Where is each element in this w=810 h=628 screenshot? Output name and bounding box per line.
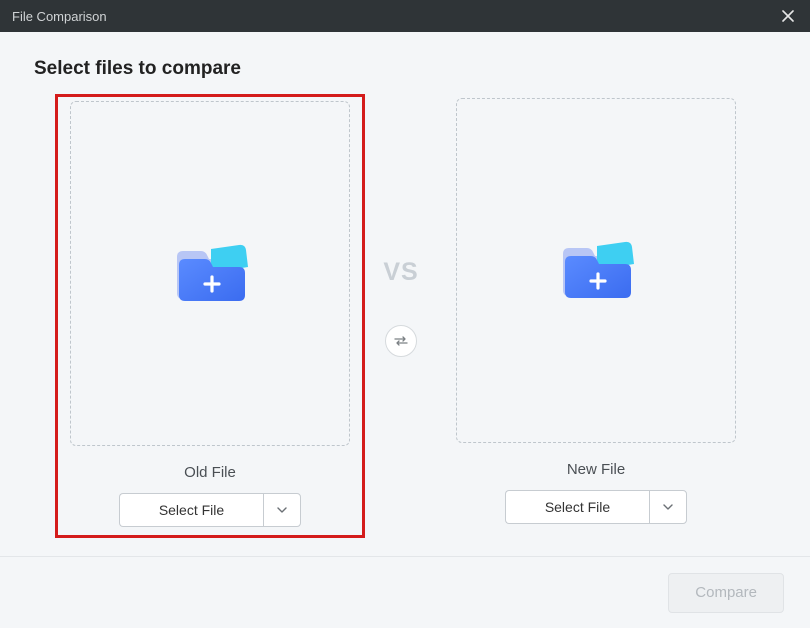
- old-file-panel: Old File Select File: [55, 94, 365, 538]
- window-title: File Comparison: [12, 9, 107, 24]
- titlebar: File Comparison: [0, 0, 810, 32]
- new-file-panel: New File Select File: [441, 98, 751, 524]
- swap-icon: [393, 335, 409, 347]
- old-file-select-row: Select File: [119, 493, 301, 527]
- swap-button[interactable]: [385, 325, 417, 357]
- folder-add-icon: [557, 240, 635, 302]
- chevron-down-icon: [277, 507, 287, 513]
- new-file-select-row: Select File: [505, 490, 687, 524]
- content-area: Select files to compare Old File Select …: [0, 32, 810, 530]
- chevron-down-icon: [663, 504, 673, 510]
- new-file-select-button[interactable]: Select File: [505, 490, 649, 524]
- compare-button[interactable]: Compare: [668, 573, 784, 613]
- new-file-select-dropdown[interactable]: [649, 490, 687, 524]
- vs-label: VS: [383, 258, 418, 287]
- footer-bar: Compare: [0, 556, 810, 628]
- old-file-label: Old File: [184, 464, 236, 481]
- middle-column: VS: [361, 98, 441, 357]
- new-file-dropzone[interactable]: [456, 98, 736, 443]
- close-button[interactable]: [778, 6, 798, 26]
- compare-row: Old File Select File VS: [34, 98, 776, 530]
- close-icon: [782, 10, 794, 22]
- page-heading: Select files to compare: [34, 58, 776, 80]
- old-file-select-dropdown[interactable]: [263, 493, 301, 527]
- folder-add-icon: [171, 243, 249, 305]
- old-file-dropzone[interactable]: [70, 101, 350, 446]
- new-file-label: New File: [567, 461, 625, 478]
- old-file-select-button[interactable]: Select File: [119, 493, 263, 527]
